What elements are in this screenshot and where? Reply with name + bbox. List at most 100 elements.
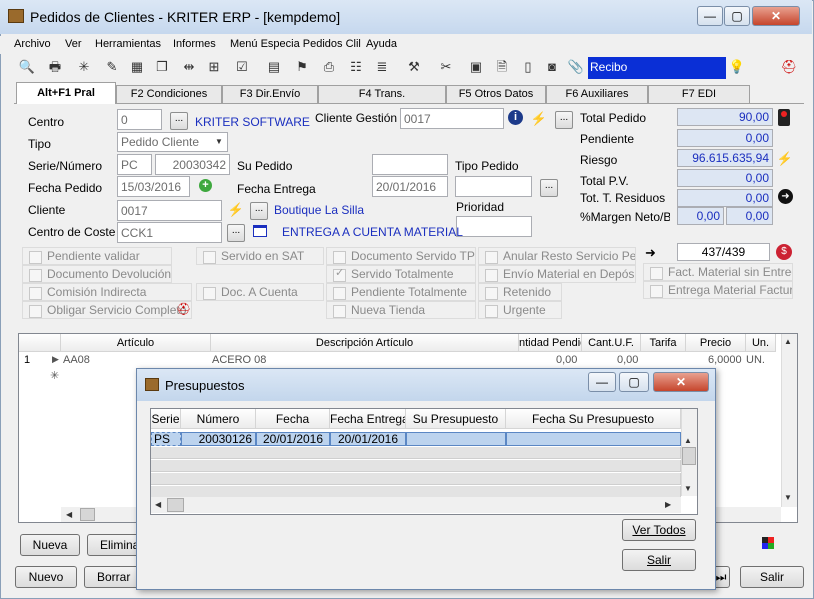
grid-header-pendiente[interactable]: ntidad Pendie	[519, 334, 582, 352]
borrar-button[interactable]: Borrar	[84, 566, 140, 588]
grid-header-un[interactable]: Un.	[746, 334, 776, 352]
lightbulb-icon[interactable]: 💡	[728, 58, 746, 76]
row-articulo[interactable]: AA08	[63, 354, 90, 366]
chk-fact-material[interactable]: Fact. Material sin Entrega	[643, 263, 793, 281]
dlg-cell-numero[interactable]: 20030126	[181, 432, 256, 446]
dlg-header-fecha[interactable]: Fecha	[256, 409, 330, 429]
menu-ver[interactable]: Ver	[65, 38, 82, 50]
image-icon[interactable]: ▣	[467, 58, 485, 76]
chk-anular-resto[interactable]: Anular Resto Servicio Ped.	[478, 247, 636, 265]
chk-envio-material[interactable]: Envío Material en Depósito	[478, 265, 636, 283]
row-precio[interactable]: 6,0000	[708, 354, 742, 366]
scissors-icon[interactable]: ✂	[437, 58, 455, 76]
row-cant[interactable]: 0,00	[617, 354, 638, 366]
fecha-entrega-field[interactable]: 20/01/2016	[372, 176, 448, 197]
tab-dir-envio[interactable]: F3 Dir.Envío	[222, 85, 318, 103]
menu-informes[interactable]: Informes	[173, 38, 216, 50]
palette-icon[interactable]	[762, 537, 774, 549]
dlg-header-fecha-su[interactable]: Fecha Su Presupuesto	[506, 409, 681, 429]
printer2-icon[interactable]: ⎙	[320, 58, 338, 76]
tab-transporte[interactable]: F4 Trans.	[318, 85, 446, 103]
help-icon[interactable]: ⛑	[780, 58, 798, 76]
eliminar-line-button[interactable]: Eliminar	[87, 534, 143, 556]
info-icon[interactable]: i	[508, 110, 523, 125]
dialog-maximize-button[interactable]: ▢	[619, 372, 649, 392]
help-icon[interactable]: ⛑	[176, 302, 191, 316]
chk-documento-devolucion[interactable]: Documento Devolución	[22, 265, 172, 283]
row-un[interactable]: UN.	[746, 354, 765, 366]
nueva-line-button[interactable]: Nueva	[20, 534, 80, 556]
grid-header-descripcion[interactable]: Descripción Artículo	[211, 334, 519, 352]
table-row[interactable]	[19, 353, 779, 367]
scroll-down-icon[interactable]: ▼	[784, 493, 792, 502]
lightning-icon[interactable]: ⚡	[776, 150, 794, 168]
tab-principal[interactable]: Alt+F1 Pral	[16, 82, 116, 104]
tree-icon[interactable]: ⊞	[205, 58, 223, 76]
copy-icon[interactable]: ❐	[153, 58, 171, 76]
add-date-icon[interactable]: +	[199, 179, 212, 192]
salir-button[interactable]: Salir	[740, 566, 804, 588]
dlg-cell-fecha-entrega[interactable]: 20/01/2016	[330, 432, 406, 446]
cliente-field[interactable]: 0017	[117, 200, 222, 221]
arrow-right-icon[interactable]: ➜	[645, 245, 656, 261]
numero-field[interactable]: 20030342	[155, 154, 230, 175]
dlg-header-fecha-entrega[interactable]: Fecha Entrega	[330, 409, 406, 429]
recibo-field[interactable]: Recibo	[588, 57, 726, 79]
cliente-lookup-button[interactable]: ...	[250, 202, 268, 220]
grid-header-articulo[interactable]: Artículo	[61, 334, 211, 352]
chevron-down-icon[interactable]: ▼	[212, 135, 226, 149]
chk-entrega-material[interactable]: Entrega Material Facturad	[643, 281, 793, 299]
edit-icon[interactable]: ☑	[233, 58, 251, 76]
scroll-up-icon[interactable]: ▲	[684, 436, 692, 445]
tools-icon[interactable]: ⚒	[405, 58, 423, 76]
chk-pendiente-validar[interactable]: Pendiente validar	[22, 247, 172, 265]
row-pendiente[interactable]: 0,00	[556, 354, 577, 366]
calc-icon[interactable]: ▦	[128, 58, 146, 76]
grid-header-cant[interactable]: Cant.U.F.	[582, 334, 641, 352]
dlg-cell-su-presupuesto[interactable]	[406, 432, 506, 446]
doc-icon[interactable]: 🗎	[493, 58, 511, 76]
scroll-thumb[interactable]	[80, 508, 95, 521]
scroll-right-icon[interactable]: ▶	[665, 500, 671, 509]
calendar-icon[interactable]	[253, 225, 267, 237]
split-icon[interactable]: ☷	[347, 58, 365, 76]
chk-nueva-tienda[interactable]: Nueva Tienda	[326, 301, 476, 319]
close-button[interactable]: ✕	[752, 6, 800, 26]
grid-vertical-scrollbar[interactable]	[781, 334, 797, 507]
chk-servido-totalmente[interactable]: Servido Totalmente	[326, 265, 476, 283]
ver-todos-button[interactable]: Ver Todos	[622, 519, 696, 541]
cliente-gestion-field[interactable]: 0017	[400, 108, 504, 129]
cliente-gestion-lookup-button[interactable]: ...	[555, 111, 573, 129]
minimize-button[interactable]: —	[697, 6, 723, 26]
nuevo-button[interactable]: Nuevo	[15, 566, 77, 588]
scroll-thumb[interactable]	[682, 447, 696, 465]
dialog-minimize-button[interactable]: —	[588, 372, 616, 392]
maximize-button[interactable]: ▢	[724, 6, 750, 26]
centro-lookup-button[interactable]: ...	[170, 112, 188, 130]
dlg-cell-serie[interactable]: PS	[151, 432, 181, 446]
menu-ayuda[interactable]: Ayuda	[366, 38, 397, 50]
dialog-close-button[interactable]: ✕	[653, 372, 709, 392]
dlg-cell-fecha[interactable]: 20/01/2016	[256, 432, 330, 446]
scroll-left-icon[interactable]: ◀	[66, 510, 72, 519]
lightning-icon[interactable]: ⚡	[530, 110, 548, 128]
dlg-header-serie[interactable]: Serie	[151, 409, 181, 429]
tab-auxiliares[interactable]: F6 Auxiliares	[546, 85, 648, 103]
prioridad-field[interactable]	[456, 216, 532, 237]
chk-doc-a-cuenta[interactable]: Doc. A Cuenta	[196, 283, 324, 301]
centro-coste-field[interactable]: CCK1	[117, 222, 222, 243]
su-pedido-field[interactable]	[372, 154, 448, 175]
list-icon[interactable]: ≣	[373, 58, 391, 76]
pen-icon[interactable]: ✎	[103, 58, 121, 76]
scroll-up-icon[interactable]: ▲	[784, 337, 792, 346]
menu-herramientas[interactable]: Herramientas	[95, 38, 161, 50]
chk-comision-indirecta[interactable]: Comisión Indirecta	[22, 283, 192, 301]
camera-icon[interactable]: ◙	[543, 58, 561, 76]
dlg-header-numero[interactable]: Número	[181, 409, 256, 429]
grid-header-precio[interactable]: Precio	[686, 334, 746, 352]
page-icon[interactable]: ▯	[519, 58, 537, 76]
arrow-right-icon[interactable]: ➜	[778, 189, 793, 204]
serie-field[interactable]: PC	[117, 154, 152, 175]
fecha-pedido-field[interactable]: 15/03/2016	[117, 176, 190, 197]
tab-condiciones[interactable]: F2 Condiciones	[116, 85, 222, 103]
